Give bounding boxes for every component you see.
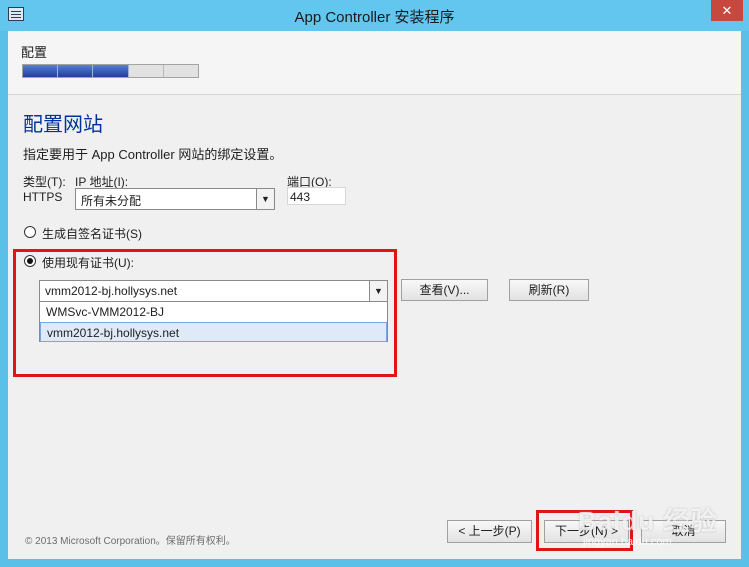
refresh-button[interactable]: 刷新(R) [509, 279, 589, 301]
progress-segment [23, 65, 59, 77]
title-bar: App Controller 安装程序 ✕ [0, 0, 749, 31]
page-heading: 配置网站 [23, 114, 103, 136]
certificate-selected-value: vmm2012-bj.hollysys.net [45, 284, 178, 298]
port-input[interactable]: 443 [287, 187, 346, 205]
watermark-logo: Baidu 经验 [578, 506, 718, 536]
ip-address-dropdown[interactable]: 所有未分配 ▼ [75, 188, 275, 210]
certificate-option[interactable]: WMSvc-VMM2012-BJ [40, 302, 387, 322]
progress-segment [93, 65, 129, 77]
dropdown-arrow-icon[interactable]: ▼ [369, 281, 387, 301]
certificate-dropdown[interactable]: vmm2012-bj.hollysys.net ▼ [39, 280, 388, 302]
self-signed-radio[interactable] [24, 226, 36, 238]
certificate-options-list: WMSvc-VMM2012-BJ vmm2012-bj.hollysys.net [39, 301, 388, 342]
progress-bar [22, 64, 199, 78]
wizard-header: 配置 [8, 31, 741, 95]
progress-segment [58, 65, 94, 77]
back-button[interactable]: < 上一步(P) [447, 520, 532, 543]
progress-segment [128, 65, 164, 77]
type-label: 类型(T): [23, 175, 66, 189]
existing-cert-radio[interactable] [24, 255, 36, 267]
window-title: App Controller 安装程序 [294, 9, 455, 26]
self-signed-label[interactable]: 生成自签名证书(S) [42, 225, 142, 242]
ip-address-value: 所有未分配 [81, 194, 142, 208]
wizard-body: 配置 配置网站 指定要用于 App Controller 网站的绑定设置。 类型… [8, 31, 741, 559]
page-description: 指定要用于 App Controller 网站的绑定设置。 [23, 147, 283, 162]
copyright-text: © 2013 Microsoft Corporation。保留所有权利。 [25, 536, 236, 547]
watermark-url: jingyan.baidu.com [583, 536, 672, 548]
close-button[interactable]: ✕ [711, 0, 743, 21]
type-value: HTTPS [23, 190, 63, 204]
existing-cert-label[interactable]: 使用现有证书(U): [42, 254, 134, 271]
step-title: 配置 [21, 45, 48, 60]
dropdown-arrow-icon[interactable]: ▼ [256, 189, 274, 209]
view-button[interactable]: 查看(V)... [401, 279, 488, 301]
progress-segment [163, 65, 199, 77]
certificate-option[interactable]: vmm2012-bj.hollysys.net [40, 322, 387, 342]
